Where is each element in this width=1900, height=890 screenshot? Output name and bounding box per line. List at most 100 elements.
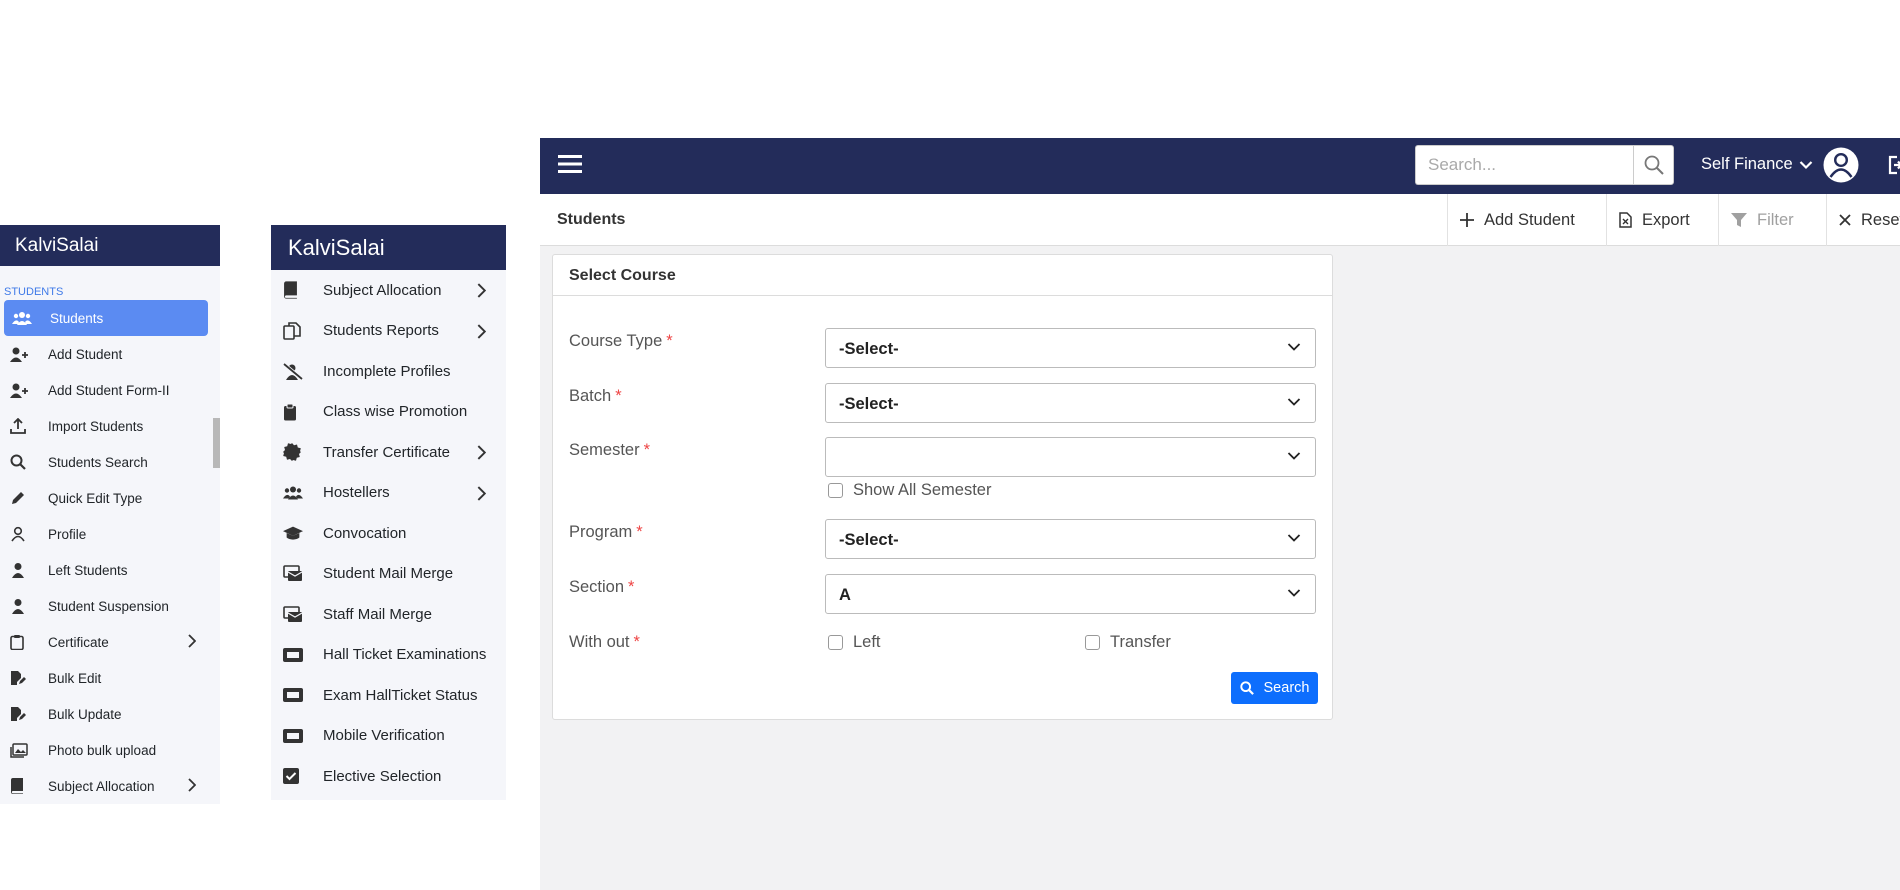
filter-button[interactable]: Filter: [1718, 194, 1794, 246]
sidebar-item-students-reports[interactable]: Students Reports: [271, 311, 506, 352]
field-label-text: Program: [569, 523, 633, 541]
sidebar-item-photo-bulk-upload[interactable]: Photo bulk upload: [0, 732, 220, 768]
sidebar-brand: KalviSalai: [0, 225, 220, 266]
filter-icon: [1731, 213, 1747, 227]
sidebar-expanded: KalviSalai Subject Allocation Students R…: [271, 225, 506, 800]
sidebar-item-left-students[interactable]: Left Students: [0, 552, 220, 588]
filter-label: Filter: [1757, 210, 1794, 229]
sidebar-item-add-student[interactable]: Add Student: [0, 336, 220, 372]
sidebar-item-student-mail-merge[interactable]: Student Mail Merge: [271, 554, 506, 595]
sidebar-item-convocation[interactable]: Convocation: [271, 513, 506, 554]
search-icon: [10, 453, 32, 471]
export-button[interactable]: Export: [1606, 194, 1690, 246]
show-all-semester-checkbox[interactable]: Show All Semester: [828, 481, 991, 500]
section-select[interactable]: A: [825, 574, 1316, 614]
chevron-down-icon: [1799, 160, 1813, 170]
checkbox-box[interactable]: [828, 635, 843, 650]
chevron-right-icon: [476, 283, 486, 298]
add-student-button[interactable]: Add Student: [1447, 194, 1575, 246]
sidebar-item-label: Subject Allocation: [323, 281, 442, 299]
sidebar-item-add-student-form-2[interactable]: Add Student Form-II: [0, 372, 220, 408]
sidebar-item-quick-edit-type[interactable]: Quick Edit Type: [0, 480, 220, 516]
batch-label: Batch *: [569, 387, 622, 406]
checkbox-box[interactable]: [828, 483, 843, 498]
required-mark: *: [643, 441, 651, 459]
sidebar-item-label: Certificate: [48, 634, 109, 650]
sidebar-item-label: Elective Selection: [323, 767, 442, 785]
required-mark: *: [636, 523, 643, 541]
copy-icon: [283, 321, 303, 340]
sidebar-item-hall-ticket-examinations[interactable]: Hall Ticket Examinations: [271, 635, 506, 676]
logout-icon[interactable]: [1887, 154, 1900, 176]
select-value: -Select-: [839, 395, 899, 413]
sidebar-item-import-students[interactable]: Import Students: [0, 408, 220, 444]
course-type-label: Course Type *: [569, 332, 673, 351]
sidebar-item-label: Profile: [48, 526, 87, 542]
plus-icon: [1460, 213, 1474, 227]
chevron-down-icon: [1287, 451, 1301, 461]
sidebar-item-class-wise-promotion[interactable]: Class wise Promotion: [271, 392, 506, 433]
sidebar-item-subject-allocation[interactable]: Subject Allocation: [0, 768, 220, 804]
sidebar-item-students-search[interactable]: Students Search: [0, 444, 220, 480]
sidebar-item-bulk-edit[interactable]: Bulk Edit: [0, 660, 220, 696]
sidebar-item-transfer-certificate[interactable]: Transfer Certificate: [271, 432, 506, 473]
sidebar-item-exam-hallticket-status[interactable]: Exam HallTicket Status: [271, 675, 506, 716]
hamburger-menu-icon[interactable]: [558, 154, 582, 174]
certificate-icon: [283, 443, 303, 462]
field-label-text: Batch: [569, 387, 612, 405]
sidebar-item-staff-mail-merge[interactable]: Staff Mail Merge: [271, 594, 506, 635]
add-student-label: Add Student: [1484, 210, 1575, 229]
required-mark: *: [666, 332, 673, 350]
sidebar-item-elective-selection[interactable]: Elective Selection: [271, 756, 506, 797]
sidebar-item-student-suspension[interactable]: Student Suspension: [0, 588, 220, 624]
field-label-text: Semester: [569, 441, 640, 459]
transfer-checkbox[interactable]: Transfer: [1085, 633, 1171, 652]
book-icon: [283, 281, 303, 299]
sidebar-item-label: Mobile Verification: [323, 727, 445, 745]
finance-dropdown[interactable]: Self Finance: [1701, 155, 1813, 174]
sidebar-item-label: Transfer Certificate: [323, 443, 450, 461]
file-edit-icon: [10, 705, 32, 723]
select-value: -Select-: [839, 531, 899, 549]
mail-bulk-icon: [283, 565, 303, 583]
sidebar-item-profile[interactable]: Profile: [0, 516, 220, 552]
field-label-text: Course Type: [569, 332, 663, 350]
sidebar-item-subject-allocation[interactable]: Subject Allocation: [271, 270, 506, 311]
reset-label: Reset: [1861, 210, 1900, 229]
search-button[interactable]: [1633, 145, 1674, 185]
sidebar-item-label: Hall Ticket Examinations: [323, 646, 487, 664]
sidebar-item-label: Staff Mail Merge: [323, 605, 432, 623]
search-submit-button[interactable]: Search: [1231, 672, 1318, 704]
chevron-down-icon: [1287, 533, 1301, 543]
semester-select[interactable]: [825, 437, 1316, 477]
file-excel-icon: [1619, 212, 1632, 228]
chevron-right-icon: [187, 634, 196, 648]
search-icon: [1644, 155, 1664, 175]
search-icon: [1239, 681, 1254, 695]
clipboard-icon: [283, 403, 303, 421]
sidebar-item-label: Left Students: [48, 562, 128, 578]
avatar[interactable]: [1823, 147, 1859, 183]
sidebar-item-incomplete-profiles[interactable]: Incomplete Profiles: [271, 351, 506, 392]
sidebar-item-label: Student Mail Merge: [323, 565, 454, 583]
batch-select[interactable]: -Select-: [825, 383, 1316, 423]
main-content: Self Finance Students Add Student Export: [540, 138, 1900, 890]
sidebar-item-bulk-update[interactable]: Bulk Update: [0, 696, 220, 732]
course-type-select[interactable]: -Select-: [825, 328, 1316, 368]
search-input[interactable]: [1415, 145, 1633, 185]
sidebar-item-hostellers[interactable]: Hostellers: [271, 473, 506, 514]
checkbox-box[interactable]: [1085, 635, 1100, 650]
file-edit-icon: [10, 669, 32, 687]
program-select[interactable]: -Select-: [825, 519, 1316, 559]
reset-button[interactable]: Reset: [1826, 194, 1900, 246]
clipboard-icon: [10, 633, 32, 651]
sidebar-item-students[interactable]: Students: [4, 300, 208, 336]
program-label: Program *: [569, 523, 643, 542]
sidebar-scrollbar[interactable]: [213, 418, 220, 468]
left-checkbox[interactable]: Left: [828, 633, 881, 652]
book-icon: [10, 777, 32, 795]
sidebar-item-mobile-verification[interactable]: Mobile Verification: [271, 716, 506, 757]
user-icon: [10, 561, 32, 579]
sidebar-item-certificate[interactable]: Certificate: [0, 624, 220, 660]
sidebar-item-label: Import Students: [48, 418, 144, 434]
